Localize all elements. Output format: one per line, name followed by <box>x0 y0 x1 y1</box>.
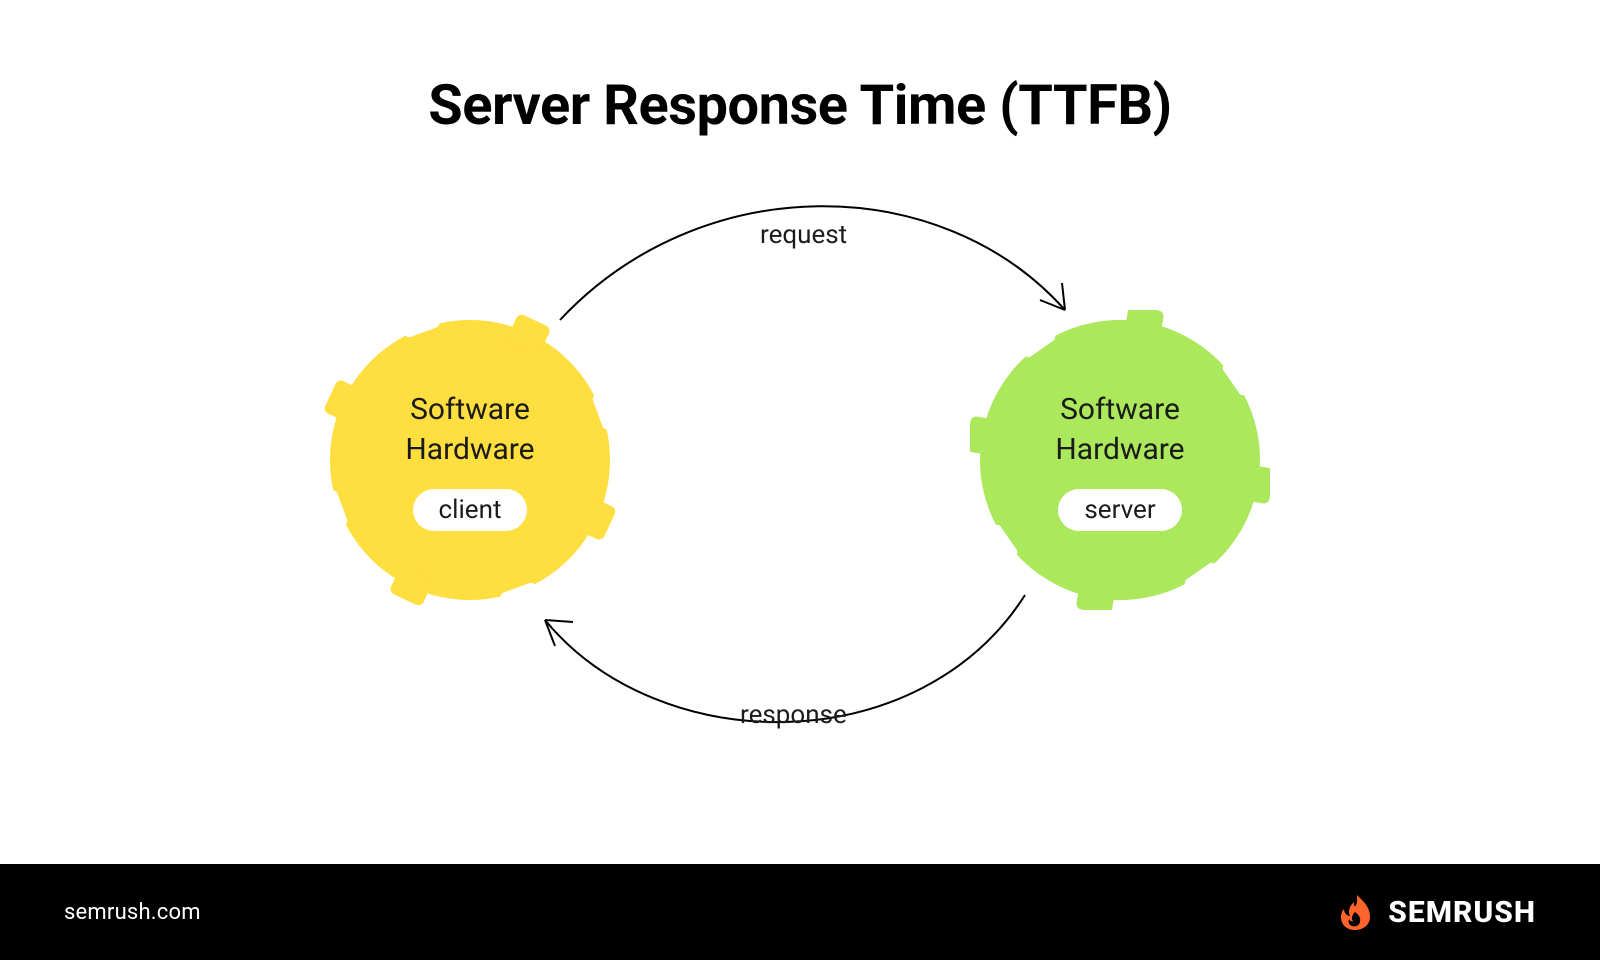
flame-icon <box>1334 892 1374 932</box>
client-line2: Hardware <box>405 430 534 471</box>
client-content: Software Hardware client <box>320 310 620 610</box>
diagram-stage: Server Response Time (TTFB) request resp… <box>0 0 1600 960</box>
client-node: Software Hardware client <box>320 310 620 610</box>
diagram-area: request response <box>0 170 1600 810</box>
client-lines: Software Hardware <box>405 390 534 471</box>
server-node: Software Hardware server <box>970 310 1270 610</box>
client-pill: client <box>413 489 528 531</box>
server-line1: Software <box>1055 390 1184 431</box>
brand-name: SEMRUSH <box>1388 895 1536 930</box>
server-content: Software Hardware server <box>970 310 1270 610</box>
server-line2: Hardware <box>1055 430 1184 471</box>
request-label: request <box>760 220 847 250</box>
footer-bar: semrush.com SEMRUSH <box>0 864 1600 960</box>
page-title: Server Response Time (TTFB) <box>0 72 1600 138</box>
server-pill: server <box>1058 489 1181 531</box>
response-label: response <box>740 700 847 730</box>
server-lines: Software Hardware <box>1055 390 1184 471</box>
footer-url: semrush.com <box>64 900 201 925</box>
brand: SEMRUSH <box>1334 892 1536 932</box>
client-line1: Software <box>405 390 534 431</box>
